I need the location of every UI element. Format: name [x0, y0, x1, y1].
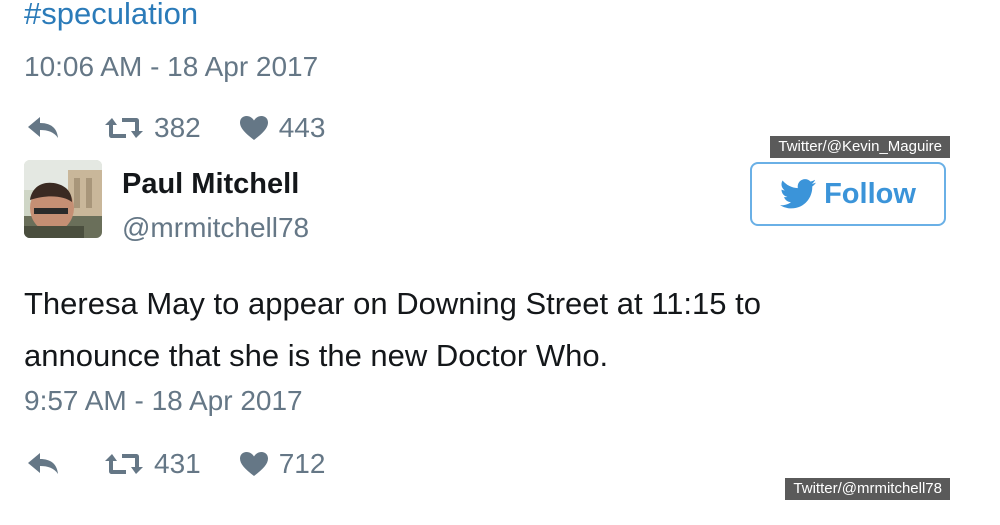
follow-label: Follow	[824, 177, 916, 210]
retweet-button[interactable]: 431	[104, 448, 201, 480]
retweet-icon	[105, 118, 143, 138]
reply-icon	[28, 117, 58, 138]
tweet-actions: 382 443	[26, 110, 325, 146]
tweet-text-line: announce that she is the new Doctor Who.	[24, 338, 609, 373]
tweet-actions: 431 712	[26, 446, 325, 482]
screenshot-credit: Twitter/@mrmitchell78	[785, 478, 950, 500]
retweet-icon	[105, 454, 143, 474]
tweet-text-line: Theresa May to appear on Downing Street …	[24, 286, 761, 321]
avatar[interactable]	[24, 160, 102, 238]
retweet-count: 431	[154, 448, 201, 479]
author-handle[interactable]: @mrmitchell78	[122, 211, 309, 245]
hashtag-link[interactable]: #speculation	[24, 0, 198, 34]
tweet-text: Theresa May to appear on Downing Street …	[24, 278, 964, 382]
screenshot-credit: Twitter/@Kevin_Maguire	[770, 136, 950, 158]
like-count: 712	[278, 448, 326, 479]
tweet-timestamp[interactable]: 9:57 AM - 18 Apr 2017	[24, 384, 303, 418]
follow-button[interactable]: Follow	[750, 162, 946, 226]
like-count: 443	[278, 112, 326, 143]
author-name[interactable]: Paul Mitchell	[122, 166, 299, 202]
reply-button[interactable]	[26, 115, 64, 141]
reply-icon	[28, 453, 58, 474]
retweet-button[interactable]: 382	[104, 112, 201, 144]
reply-button[interactable]	[26, 451, 64, 477]
heart-icon	[239, 452, 268, 476]
like-button[interactable]: 443	[239, 112, 326, 144]
like-button[interactable]: 712	[239, 448, 326, 480]
heart-icon	[239, 116, 268, 140]
avatar-image	[24, 160, 102, 238]
retweet-count: 382	[154, 112, 201, 143]
twitter-bird-icon	[780, 179, 817, 209]
tweet-timestamp[interactable]: 10:06 AM - 18 Apr 2017	[24, 50, 318, 84]
